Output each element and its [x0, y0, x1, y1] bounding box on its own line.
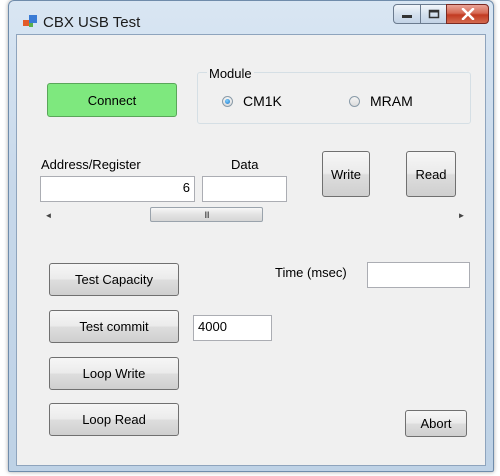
app-window: CBX USB Test Connect Module CM1K MRAM Ad… [8, 0, 494, 472]
test-commit-button[interactable]: Test commit [49, 310, 179, 343]
minimize-button[interactable] [393, 4, 421, 24]
client-area: Connect Module CM1K MRAM Address/Registe… [16, 34, 486, 466]
scroll-thumb[interactable]: III [150, 207, 263, 222]
test-capacity-button[interactable]: Test Capacity [49, 263, 179, 296]
app-icon [23, 15, 37, 27]
horizontal-scrollbar[interactable]: ◄ III ► [40, 206, 470, 224]
commit-value-input[interactable]: 4000 [193, 315, 272, 341]
radio-cm1k[interactable]: CM1K [222, 93, 282, 109]
maximize-button[interactable] [420, 4, 447, 24]
address-input[interactable]: 6 [40, 176, 195, 202]
radio-cm1k-indicator [222, 95, 233, 107]
data-input[interactable] [202, 176, 287, 202]
minimize-icon [402, 15, 412, 18]
maximize-icon [428, 9, 439, 19]
write-button[interactable]: Write [322, 151, 370, 197]
connect-button[interactable]: Connect [47, 83, 177, 117]
address-label: Address/Register [41, 157, 141, 172]
read-button[interactable]: Read [406, 151, 456, 197]
data-label: Data [231, 157, 259, 172]
radio-mram-indicator [349, 95, 360, 107]
radio-mram[interactable]: MRAM [349, 93, 413, 109]
loop-read-button[interactable]: Loop Read [49, 403, 179, 436]
time-input[interactable] [367, 262, 470, 288]
close-button[interactable] [446, 4, 489, 24]
radio-mram-label: MRAM [370, 93, 413, 109]
close-icon [461, 8, 474, 20]
time-label: Time (msec) [275, 265, 347, 280]
radio-cm1k-label: CM1K [243, 93, 282, 109]
window-title: CBX USB Test [43, 14, 141, 31]
abort-button[interactable]: Abort [405, 410, 467, 437]
module-group-label: Module [207, 66, 254, 81]
scroll-left-arrow-icon[interactable]: ◄ [40, 206, 57, 224]
scroll-right-arrow-icon[interactable]: ► [453, 206, 470, 224]
loop-write-button[interactable]: Loop Write [49, 357, 179, 390]
